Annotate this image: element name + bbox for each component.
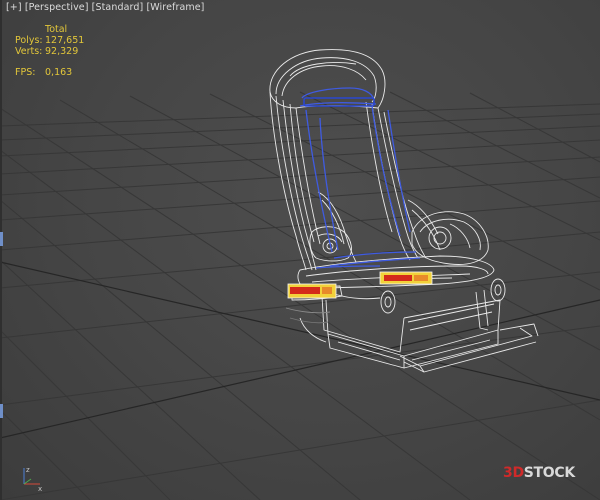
viewport-edge-marker bbox=[0, 404, 3, 418]
watermark-text: STOCK bbox=[523, 465, 575, 481]
stats-verts-value: 92,329 bbox=[45, 46, 79, 57]
axis-tripod-icon: z x bbox=[23, 466, 42, 492]
car-seat-wireframe[interactable] bbox=[0, 0, 600, 500]
scene-statistics: Total Polys: 127,651 Verts: 92,329 FPS: … bbox=[15, 24, 84, 78]
viewport-left-border bbox=[0, 0, 2, 500]
axis-z-label: z bbox=[26, 466, 30, 474]
stats-fps-label: FPS: bbox=[15, 67, 36, 78]
stats-fps-row: FPS: 0,163 bbox=[15, 67, 84, 78]
viewport-menu-plus[interactable]: [+] bbox=[6, 2, 22, 13]
perspective-viewport[interactable]: [+] [Perspective] [Standard] [Wireframe]… bbox=[0, 0, 600, 500]
watermark-number: 3D bbox=[503, 465, 524, 481]
viewport-edge-marker bbox=[0, 232, 3, 246]
viewport-point-of-view-menu[interactable]: [Perspective] bbox=[25, 2, 89, 13]
stats-polys-value: 127,651 bbox=[45, 35, 85, 46]
stats-polys-row: Polys: 127,651 bbox=[15, 35, 84, 46]
stats-header: Total bbox=[45, 24, 68, 35]
stats-verts-label: Verts: bbox=[15, 46, 43, 57]
axis-x-label: x bbox=[38, 485, 42, 492]
viewport-label-bar: [+] [Perspective] [Standard] [Wireframe] bbox=[6, 2, 205, 13]
stats-fps-value: 0,163 bbox=[45, 67, 73, 78]
viewport-display-mode-menu[interactable]: [Wireframe] bbox=[146, 2, 204, 13]
stats-verts-row: Verts: 92,329 bbox=[15, 46, 84, 57]
stats-polys-label: Polys: bbox=[15, 35, 43, 46]
3dstock-watermark-logo: 3DSTOCK bbox=[503, 465, 575, 481]
viewport-shading-menu[interactable]: [Standard] bbox=[92, 2, 144, 13]
